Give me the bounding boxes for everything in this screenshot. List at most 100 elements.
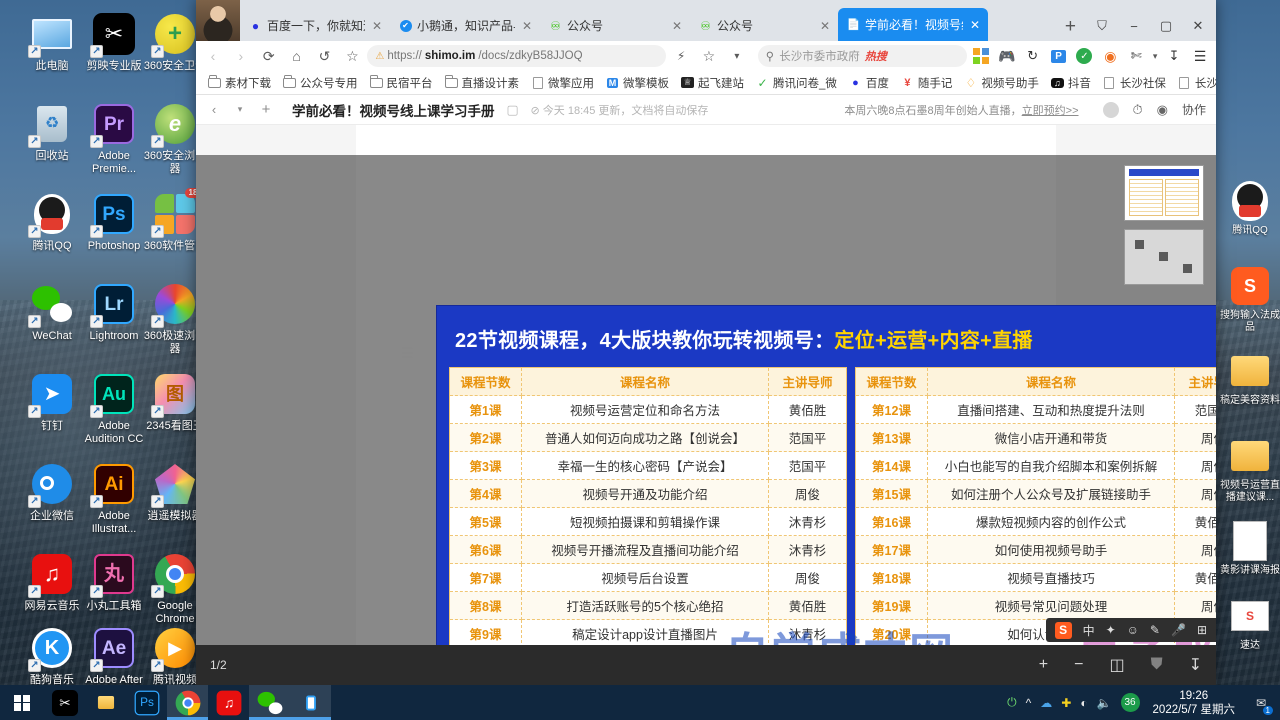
parking-icon[interactable]: P (1047, 44, 1071, 68)
bookmark-item-8[interactable]: ● 百度 (843, 75, 895, 91)
present-icon[interactable]: ◉ (1157, 102, 1168, 118)
desktop-right-icon-1[interactable]: S 搜狗输入法成品 (1218, 265, 1280, 333)
bookmark-item-7[interactable]: ✓ 腾讯问卷_微 (750, 75, 843, 91)
hot-search-label[interactable]: 热搜 (865, 48, 887, 64)
download-icon[interactable]: ↧ (1162, 44, 1186, 68)
wifi-icon[interactable]: ◐ (1080, 696, 1087, 710)
new-tab-button[interactable]: + (1055, 16, 1086, 41)
score-badge[interactable]: 36 (1120, 693, 1140, 712)
history-icon[interactable]: ⏱ (1133, 102, 1143, 118)
reload-icon[interactable]: ⟳ (256, 44, 282, 68)
ime-item-2[interactable]: ☺ (1127, 623, 1139, 637)
bookmark-item-4[interactable]: 微擎应用 (525, 75, 600, 91)
minimize-button[interactable]: − (1118, 11, 1150, 41)
bookmark-star-icon[interactable]: ☆ (696, 44, 722, 68)
search-box[interactable]: ⚲ 长沙市委市政府 热搜 (757, 45, 967, 67)
desktop-icon-premiere[interactable]: PrAdobe Premie... (82, 102, 146, 175)
desktop-icon-photoshop[interactable]: Ps Photoshop (82, 192, 146, 253)
sync-icon[interactable]: ↻ (1021, 44, 1045, 68)
desktop-icon-jianying[interactable]: ✂ 剪映专业版 (82, 12, 146, 73)
zoom-out-icon[interactable]: − (1074, 656, 1083, 674)
sogou-logo-icon[interactable]: S (1054, 621, 1072, 639)
desktop-right-icon-0[interactable]: 腾讯QQ (1218, 180, 1280, 237)
desktop-right-icon-3[interactable]: 视频号运营直播建议课... (1218, 435, 1280, 503)
zoom-in-icon[interactable]: + (1039, 656, 1048, 674)
browser-tab-1[interactable]: ✔ 小鹅通，知识产品与用 ✕ (390, 10, 540, 41)
chevron-down-icon[interactable]: ▾ (724, 44, 750, 68)
download-icon[interactable]: ↧ (1189, 655, 1202, 675)
desktop-icon-wechat[interactable]: WeChat (20, 282, 84, 343)
bookmark-item-2[interactable]: 民宿平台 (364, 75, 439, 91)
wechat-pay-icon[interactable]: ✓ (1073, 44, 1097, 68)
desktop-icon-recycle-bin[interactable]: ♻ 回收站 (20, 102, 84, 163)
desktop-icon-xiaowan[interactable]: 丸小丸工具箱 (82, 552, 146, 613)
back-icon[interactable]: ‹ (200, 44, 226, 68)
ime-item-0[interactable]: 中 (1083, 622, 1095, 639)
bookmark-item-12[interactable]: 长沙社保 (1097, 75, 1172, 91)
promo-link[interactable]: 立即预约>> (1022, 105, 1079, 117)
taskbar-item-wechat[interactable] (249, 685, 290, 720)
bookmark-item-1[interactable]: 公众号专用 (277, 75, 364, 91)
game-icon[interactable]: 🎮 (995, 44, 1019, 68)
bookmark-icon[interactable]: ▢ (505, 102, 521, 118)
taskbar-item-file-explorer[interactable] (85, 685, 126, 720)
360-icon[interactable]: ✚ (1061, 696, 1071, 710)
desktop-right-icon-4[interactable]: 黄影讲课海报 (1218, 520, 1280, 577)
bookmark-item-10[interactable]: ♢ 视频号助手 (958, 75, 1045, 91)
favorite-star-icon[interactable]: ☆ (339, 44, 365, 68)
taskbar-item-jianying[interactable]: ✂ (44, 685, 85, 720)
apps-icon[interactable] (969, 44, 993, 68)
chevron-left-icon[interactable]: ‹ (206, 102, 222, 117)
desktop-icon-wecom[interactable]: 企业微信 (20, 462, 84, 523)
taskbar-item-photoshop[interactable]: Ps (126, 685, 167, 720)
tab-close-icon[interactable]: ✕ (818, 19, 832, 33)
notification-center-icon[interactable]: ✉ 1 (1248, 685, 1274, 720)
taskbar-item-netease-music[interactable]: ♫ (208, 685, 249, 720)
bookmark-item-5[interactable]: M 微擎模板 (600, 75, 675, 91)
desktop-icon-audition[interactable]: AuAdobe Audition CC (82, 372, 146, 445)
thumbnail-page-1[interactable] (1124, 165, 1204, 221)
outline-toggle-icon[interactable]: ☰ (401, 345, 414, 362)
tab-close-icon[interactable]: ✕ (520, 19, 534, 33)
home-icon[interactable]: ⌂ (284, 44, 310, 68)
user-avatar[interactable] (196, 0, 240, 41)
screenshot-dropdown-icon[interactable]: ▾ (1150, 44, 1160, 68)
tab-close-icon[interactable]: ✕ (968, 18, 982, 32)
image-viewer-overlay[interactable]: ☰ 22节视频课程，4大版块教你玩转视频号：定位+运营+内容+直播 课程节数 课… (196, 155, 1216, 685)
plus-icon[interactable]: + (258, 101, 274, 118)
chevron-up-icon[interactable]: ^ (1026, 696, 1032, 710)
desktop-icon-netease-music[interactable]: ♫ 网易云音乐 (20, 552, 84, 613)
tab-close-icon[interactable]: ✕ (670, 19, 684, 33)
battery-icon[interactable]: ⏻ (1007, 695, 1017, 710)
fit-icon[interactable]: ◫ (1109, 655, 1124, 675)
desktop-icon-lightroom[interactable]: Lr Lightroom (82, 282, 146, 343)
lightning-icon[interactable]: ⚡ (668, 44, 694, 68)
desktop-icon-illustrator[interactable]: AiAdobe Illustrat... (82, 462, 146, 535)
browser-tab-0[interactable]: ● 百度一下，你就知道 ✕ (240, 10, 390, 41)
browser-tab-3[interactable]: ♾ 公众号 ✕ (690, 10, 838, 41)
taskbar-item-phone[interactable] (290, 685, 331, 720)
chevron-down-icon[interactable]: ▾ (232, 104, 248, 115)
desktop-right-icon-2[interactable]: 稿定美容资料 (1218, 350, 1280, 407)
address-bar[interactable]: ⚠ https://shimo.im/docs/zdkyB58JJOQ (367, 45, 667, 67)
desktop-icon-dingtalk[interactable]: ➤ 钉钉 (20, 372, 84, 433)
ime-item-1[interactable]: ✦ (1106, 623, 1116, 637)
bookmark-item-9[interactable]: ¥ 随手记 (895, 75, 959, 91)
desktop-icon-this-pc[interactable]: 此电脑 (20, 12, 84, 73)
bookmark-item-13[interactable]: 长沙社保 (1172, 75, 1216, 91)
volume-icon[interactable]: 🔈 (1097, 696, 1112, 710)
desktop-right-icon-5[interactable]: S 速达 (1218, 595, 1280, 652)
forward-icon[interactable]: › (228, 44, 254, 68)
clock[interactable]: 19:26 2022/5/7 星期六 (1149, 689, 1239, 717)
browser-tab-4[interactable]: 📄 学前必看！视频号线上 ✕ (838, 8, 988, 41)
translate-icon[interactable]: ◉ (1098, 44, 1122, 68)
undo-icon[interactable]: ↺ (312, 44, 338, 68)
ime-item-4[interactable]: 🎤 (1171, 623, 1186, 637)
bookmark-item-11[interactable]: ♫ 抖音 (1045, 75, 1097, 91)
desktop-icon-kugou[interactable]: K酷狗音乐 (20, 626, 84, 687)
taskbar-item-chrome[interactable] (167, 685, 208, 720)
avatar-icon[interactable] (1102, 101, 1119, 118)
windows-start-icon[interactable] (0, 685, 44, 720)
collaborate-button[interactable]: 协作 (1182, 101, 1206, 118)
browser-tab-2[interactable]: ♾ 公众号 ✕ (540, 10, 690, 41)
